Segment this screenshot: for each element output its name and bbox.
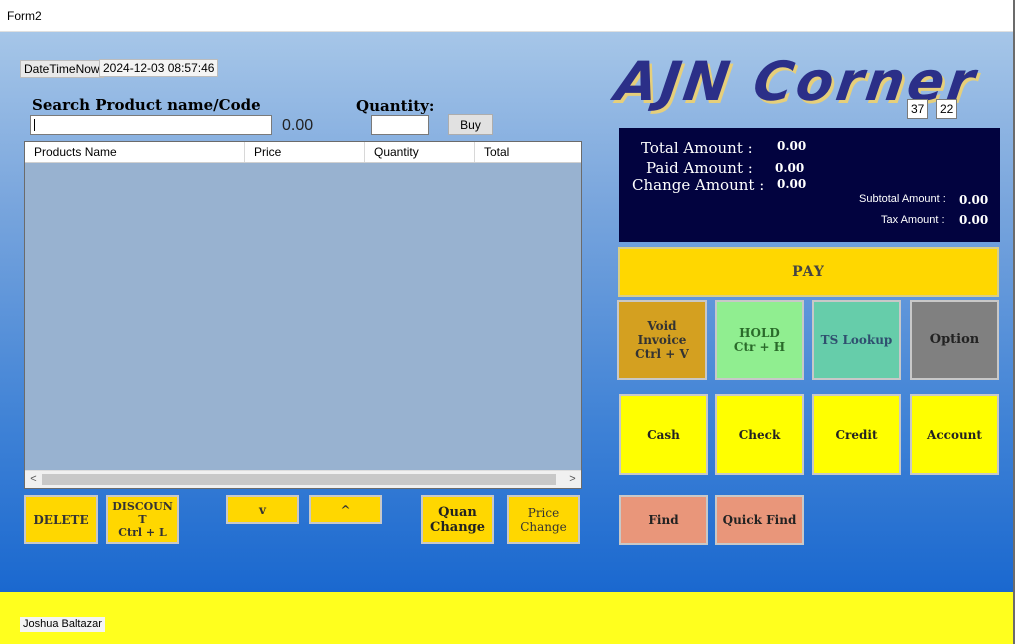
buy-button[interactable]: Buy: [448, 114, 493, 135]
datetime-label: DateTimeNow: [20, 60, 104, 78]
grid-header: Products Name Price Quantity Total: [25, 142, 581, 163]
tax-label: Tax Amount :: [881, 214, 945, 226]
products-grid[interactable]: Products Name Price Quantity Total < >: [24, 141, 582, 489]
totals-panel: Total Amount : 0.00 Paid Amount : 0.00 C…: [619, 128, 1000, 242]
subtotal-label: Subtotal Amount :: [859, 193, 946, 205]
price-change-label-1: Price: [527, 505, 560, 520]
counter-a: 37: [907, 99, 929, 119]
find-button[interactable]: Find: [619, 495, 708, 545]
text-caret: [34, 119, 35, 131]
change-amount-label: Change Amount :: [632, 176, 765, 194]
cash-label: Cash: [647, 427, 680, 442]
search-title: Search Product name/Code: [32, 96, 261, 114]
credit-label: Credit: [835, 427, 878, 442]
void-label-2: Invoice: [637, 333, 687, 347]
check-label: Check: [738, 427, 781, 442]
scroll-left-icon[interactable]: <: [25, 471, 42, 488]
subtotal-value: 0.00: [959, 193, 989, 207]
account-button[interactable]: Account: [910, 394, 999, 475]
footer-bar: [0, 592, 1013, 644]
check-button[interactable]: Check: [715, 394, 804, 475]
main-panel: DateTimeNow 2024-12-03 08:57:46 Search P…: [0, 32, 1013, 592]
change-amount-value: 0.00: [777, 177, 807, 191]
chevron-down-icon: v: [259, 502, 266, 517]
window-title: Form2: [7, 9, 42, 23]
counter-b: 22: [936, 99, 958, 119]
quantity-input[interactable]: [371, 115, 429, 135]
void-label-3: Ctrl + V: [635, 347, 689, 361]
tax-value: 0.00: [959, 213, 989, 227]
credit-button[interactable]: Credit: [812, 394, 901, 475]
ts-lookup-label: TS Lookup: [820, 333, 893, 347]
total-amount-label: Total Amount :: [641, 139, 753, 157]
search-amount: 0.00: [282, 117, 314, 134]
column-header-products-name[interactable]: Products Name: [25, 142, 245, 162]
paid-amount-label: Paid Amount :: [646, 159, 753, 177]
discount-label-3: Ctrl + L: [118, 526, 167, 539]
pay-button[interactable]: PAY: [618, 247, 999, 297]
ts-lookup-button[interactable]: TS Lookup: [812, 300, 901, 380]
paid-amount-value: 0.00: [775, 161, 805, 175]
delete-button[interactable]: DELETE: [24, 495, 98, 544]
void-invoice-button[interactable]: Void Invoice Ctrl + V: [617, 300, 707, 380]
cash-button[interactable]: Cash: [619, 394, 708, 475]
quan-change-label-2: Change: [429, 519, 486, 535]
option-label: Option: [929, 332, 980, 347]
quick-find-label: Quick Find: [722, 513, 797, 527]
quick-find-button[interactable]: Quick Find: [715, 495, 804, 545]
chevron-up-icon: ^: [340, 502, 351, 517]
column-header-quantity[interactable]: Quantity: [365, 142, 475, 162]
discount-label-2: T: [138, 513, 147, 526]
price-change-button[interactable]: Price Change: [507, 495, 580, 544]
move-up-button[interactable]: ^: [309, 495, 382, 524]
quan-change-label-1: Quan: [438, 504, 477, 520]
discount-label-1: DISCOUN: [112, 500, 173, 513]
hold-label-2: Ctr + H: [733, 340, 786, 354]
scroll-thumb[interactable]: [42, 474, 556, 485]
column-header-price[interactable]: Price: [245, 142, 365, 162]
discount-button[interactable]: DISCOUN T Ctrl + L: [106, 495, 179, 544]
find-label: Find: [648, 513, 679, 527]
account-label: Account: [927, 427, 982, 442]
column-header-total[interactable]: Total: [475, 142, 581, 162]
horizontal-scrollbar[interactable]: < >: [25, 470, 581, 488]
scroll-right-icon[interactable]: >: [564, 471, 581, 488]
move-down-button[interactable]: v: [226, 495, 299, 524]
hold-label-1: HOLD: [739, 326, 780, 340]
quantity-title: Quantity:: [356, 97, 435, 115]
total-amount-value: 0.00: [777, 139, 807, 153]
price-change-label-2: Change: [520, 519, 567, 534]
void-label-1: Void: [647, 319, 677, 333]
datetime-value: 2024-12-03 08:57:46: [99, 59, 219, 77]
hold-button[interactable]: HOLD Ctr + H: [715, 300, 804, 380]
pos-window: Form2 DateTimeNow 2024-12-03 08:57:46 Se…: [0, 0, 1015, 644]
quan-change-button[interactable]: Quan Change: [421, 495, 494, 544]
title-bar: Form2: [0, 0, 1013, 32]
option-button[interactable]: Option: [910, 300, 999, 380]
user-name: Joshua Baltazar: [20, 617, 105, 632]
pay-label: PAY: [792, 264, 825, 280]
delete-label: DELETE: [33, 512, 89, 527]
search-input[interactable]: [30, 115, 272, 135]
